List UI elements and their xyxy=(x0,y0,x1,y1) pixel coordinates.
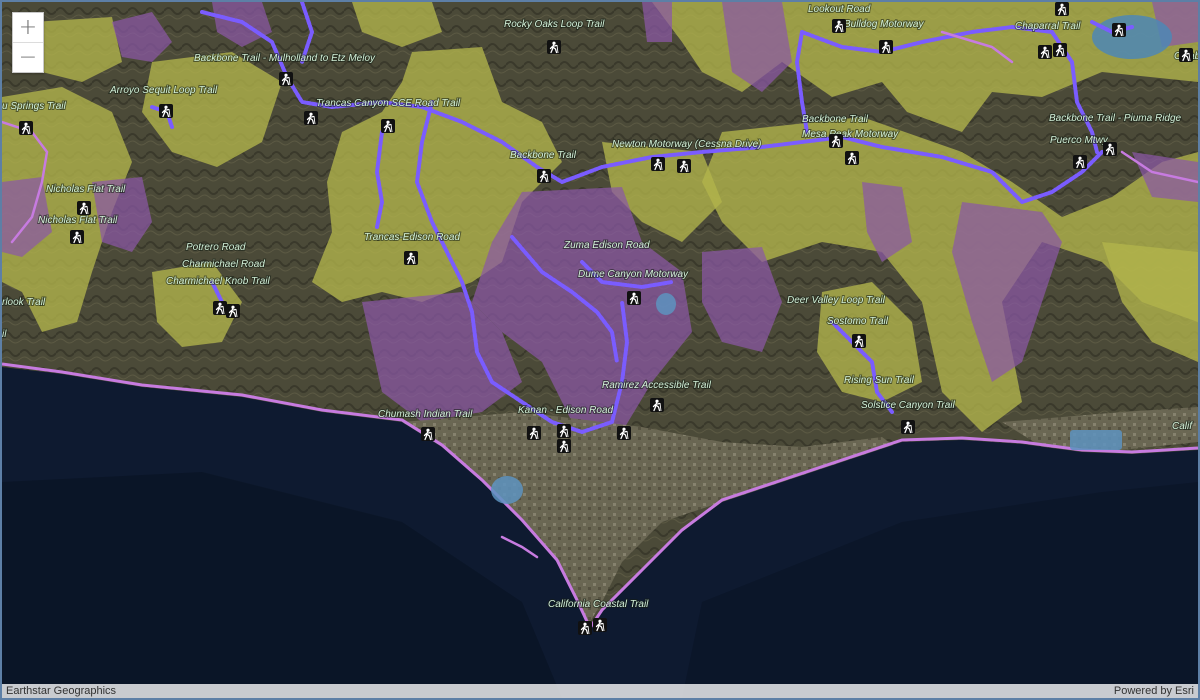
trail-label: Nicholas Flat Trail xyxy=(46,184,126,195)
map-view[interactable]: Backbone Trail - Mulholland to Etz Meloy… xyxy=(0,0,1200,700)
trail-label: Kanan - Edison Road xyxy=(518,405,614,416)
hiker-marker-icon[interactable] xyxy=(650,398,664,412)
trail-label: Charmichael Knob Trail xyxy=(166,276,271,287)
hiker-marker-icon[interactable] xyxy=(226,304,240,318)
trail-label: Charmichael Road xyxy=(182,259,265,270)
trail-label: Solstice Canyon Trail xyxy=(861,400,956,411)
hiker-marker-icon[interactable] xyxy=(651,157,665,171)
hiker-marker-icon[interactable] xyxy=(1053,43,1067,57)
zoom-control: + − xyxy=(12,12,44,73)
trail-label: Backbone Trail xyxy=(510,150,577,161)
trail-label: Potrero Road xyxy=(186,242,246,253)
trail-label: Deer Valley Loop Trail xyxy=(787,295,886,306)
hiker-marker-icon[interactable] xyxy=(1179,48,1193,62)
hiker-marker-icon[interactable] xyxy=(77,201,91,215)
hiker-marker-icon[interactable] xyxy=(901,420,915,434)
hiker-marker-icon[interactable] xyxy=(1038,45,1052,59)
hiker-marker-icon[interactable] xyxy=(1112,23,1126,37)
trail-label: Sostomo Trail xyxy=(827,316,889,327)
hiker-marker-icon[interactable] xyxy=(304,111,318,125)
zoom-in-button[interactable]: + xyxy=(13,13,43,42)
zoom-out-button[interactable]: − xyxy=(13,42,43,72)
trail-label: Chaparral Trail xyxy=(1015,21,1081,32)
hiker-marker-icon[interactable] xyxy=(537,169,551,183)
trail-label: California Coastal Trail xyxy=(548,599,649,610)
attribution-bar: Earthstar Geographics Powered by Esri xyxy=(2,684,1198,698)
hiker-marker-icon[interactable] xyxy=(845,151,859,165)
hiker-marker-icon[interactable] xyxy=(381,119,395,133)
trail-label: rlook Trail xyxy=(2,297,46,308)
trail-label: Rising Sun Trail xyxy=(844,375,915,386)
trail-label: Backbone Trail - Piuma Ridge xyxy=(1049,113,1182,124)
trail-label: Bulldog Motorway xyxy=(844,19,924,30)
trail-label: Rocky Oaks Loop Trail xyxy=(504,19,605,30)
trail-label: Lookout Road xyxy=(808,4,871,15)
hiker-marker-icon[interactable] xyxy=(404,251,418,265)
trail-label: Ramirez Accessible Trail xyxy=(602,380,712,391)
trail-label: Backbone Trail xyxy=(802,114,869,125)
hiker-marker-icon[interactable] xyxy=(527,426,541,440)
hiker-marker-icon[interactable] xyxy=(1103,142,1117,156)
trail-label: Backbone Trail - Mulholland to Etz Meloy xyxy=(194,53,376,64)
hiker-marker-icon[interactable] xyxy=(593,618,607,632)
hiker-marker-icon[interactable] xyxy=(627,291,641,305)
hiker-marker-icon[interactable] xyxy=(1055,2,1069,16)
trail-label: Mesa Peak Motorway xyxy=(802,129,899,140)
hiker-marker-icon[interactable] xyxy=(829,134,843,148)
trail-label: Arroyo Sequit Loop Trail xyxy=(109,85,218,96)
trail-label: Newton Motorway (Cessna Drive) xyxy=(612,139,762,150)
trail-label: Dume Canyon Motorway xyxy=(578,269,689,280)
hiker-marker-icon[interactable] xyxy=(421,427,435,441)
hiker-marker-icon[interactable] xyxy=(852,334,866,348)
hiker-marker-icon[interactable] xyxy=(159,104,173,118)
powered-by-esri[interactable]: Powered by Esri xyxy=(1114,685,1194,697)
hiker-marker-icon[interactable] xyxy=(578,621,592,635)
trail-label: Trancas-Edison Road xyxy=(364,232,460,243)
hiker-marker-icon[interactable] xyxy=(677,159,691,173)
map-canvas[interactable]: Backbone Trail - Mulholland to Etz Meloy… xyxy=(2,2,1198,698)
trail-label: Puerco Mtwy xyxy=(1050,135,1109,146)
hiker-marker-icon[interactable] xyxy=(1073,155,1087,169)
trail-label: Trancas Canyon SCE Road Trail xyxy=(316,98,461,109)
trail-label: Nicholas Flat Trail xyxy=(38,215,118,226)
hiker-marker-icon[interactable] xyxy=(557,424,571,438)
trail-label: Calif xyxy=(1172,421,1193,432)
trail-label: il xyxy=(2,329,7,340)
hiker-marker-icon[interactable] xyxy=(70,230,84,244)
hiker-marker-icon[interactable] xyxy=(547,40,561,54)
trail-label: u Springs Trail xyxy=(2,101,67,112)
hiker-marker-icon[interactable] xyxy=(617,426,631,440)
hiker-marker-icon[interactable] xyxy=(19,121,33,135)
trail-label: Zuma Edison Road xyxy=(563,240,650,251)
hiker-marker-icon[interactable] xyxy=(832,19,846,33)
hiker-marker-icon[interactable] xyxy=(279,72,293,86)
hiker-marker-icon[interactable] xyxy=(879,40,893,54)
trail-label: Chumash Indian Trail xyxy=(378,409,473,420)
hiker-marker-icon[interactable] xyxy=(557,439,571,453)
attribution-source[interactable]: Earthstar Geographics xyxy=(6,685,116,697)
hiker-marker-icon[interactable] xyxy=(213,301,227,315)
